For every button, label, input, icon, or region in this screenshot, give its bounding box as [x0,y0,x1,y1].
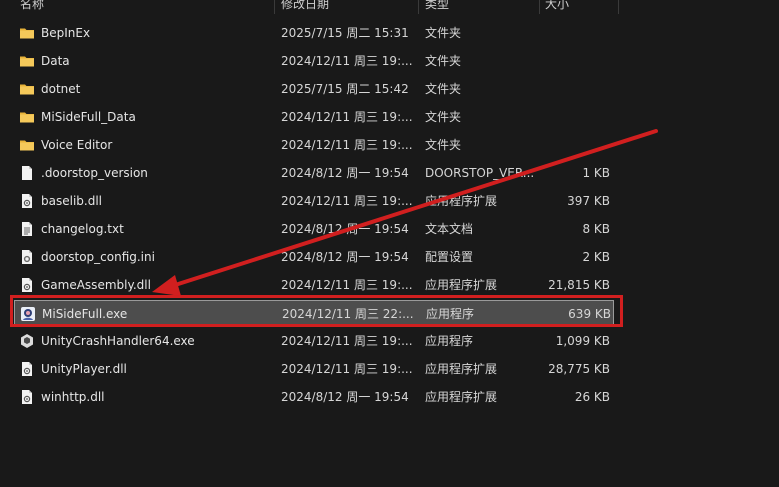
file-row[interactable]: changelog.txt 2024/8/12 周一 19:54 文本文档 8 KB [14,216,614,242]
file-row[interactable]: MiSideFull_Data 2024/12/11 周三 19:... 文件夹 [14,104,614,130]
file-name: GameAssembly.dll [41,278,151,292]
file-name: baselib.dll [41,194,102,208]
file-size: 1,099 KB [555,334,610,348]
file-row[interactable]: .doorstop_version 2024/8/12 周一 19:54 DOORS… [14,160,614,186]
file-row[interactable]: dotnet 2025/7/15 周二 15:42 文件夹 [14,76,614,102]
file-size: 2 KB [582,250,610,264]
file-name: BepInEx [41,26,91,40]
file-size: 8 KB [582,222,610,236]
file-name: MiSideFull.exe [42,307,128,321]
file-name: MiSideFull_Data [41,110,136,124]
file-date: 2024/8/12 周一 19:54 [281,390,409,404]
dll-icon [19,193,35,209]
file-name: doorstop_config.ini [41,250,155,264]
file-date: 2024/8/12 周一 19:54 [281,222,409,236]
file-date: 2024/8/12 周一 19:54 [281,166,409,180]
file-row[interactable]: UnityPlayer.dll 2024/12/11 周三 19:... 应用程序扩… [14,356,614,382]
file-date: 2025/7/15 周二 15:42 [281,82,409,96]
file-name: UnityPlayer.dll [41,362,127,376]
file-name: changelog.txt [41,222,124,236]
config-file-icon [19,249,35,265]
file-type: 文件夹 [425,110,462,124]
file-date: 2024/12/11 周三 19:... [281,334,413,348]
file-name: dotnet [41,82,81,96]
file-date: 2024/12/11 周三 19:... [281,362,413,376]
text-file-icon [19,221,35,237]
dll-icon [19,361,35,377]
column-header-date[interactable]: 修改日期 [281,0,329,12]
file-size: 26 KB [574,390,610,404]
file-name: .doorstop_version [41,166,148,180]
column-header-type[interactable]: 类型 [425,0,449,12]
file-row[interactable]: doorstop_config.ini 2024/8/12 周一 19:54 配置设… [14,244,614,270]
dll-icon [19,277,35,293]
file-date: 2024/12/11 周三 19:... [281,138,413,152]
file-row[interactable]: Data 2024/12/11 周三 19:... 文件夹 [14,48,614,74]
file-date: 2024/8/12 周一 19:54 [281,250,409,264]
folder-icon [19,81,35,97]
file-type: 文件夹 [425,82,462,96]
folder-icon [19,53,35,69]
file-type: 文件夹 [425,26,462,40]
column-divider[interactable] [418,0,419,14]
file-date: 2024/12/11 周三 19:... [281,194,413,208]
column-header-name[interactable]: 名称 [20,0,44,12]
file-row[interactable]: baselib.dll 2024/12/11 周三 19:... 应用程序扩展 397… [14,188,614,214]
column-divider[interactable] [274,0,275,14]
file-size: 28,775 KB [548,362,610,376]
file-name: Data [41,54,70,68]
file-size: 639 KB [568,307,611,321]
folder-icon [19,109,35,125]
file-type: 文件夹 [425,54,462,68]
file-date: 2024/12/11 周三 19:... [281,110,413,124]
folder-icon [19,137,35,153]
file-row[interactable]: winhttp.dll 2024/8/12 周一 19:54 应用程序扩展 26 KB [14,384,614,410]
column-divider[interactable] [618,0,619,14]
file-type: 文件夹 [425,138,462,152]
file-row[interactable]: GameAssembly.dll 2024/12/11 周三 19:... 应用程序… [14,272,614,298]
app-icon [20,306,36,322]
file-name: winhttp.dll [41,390,105,404]
file-date: 2024/12/11 周三 19:... [281,54,413,68]
unity-icon [19,333,35,349]
file-date: 2025/7/15 周二 15:31 [281,26,409,40]
file-size: 397 KB [567,194,610,208]
file-row[interactable]: MiSideFull.exe 2024/12/11 周三 22:... 应用程序 63… [14,300,614,326]
file-row[interactable]: Voice Editor 2024/12/11 周三 19:... 文件夹 [14,132,614,158]
column-header-size[interactable]: 大小 [545,0,569,12]
file-name: Voice Editor [41,138,113,152]
column-header: 名称 修改日期 类型 大小 [0,0,779,14]
column-divider[interactable] [539,0,540,14]
file-size: 1 KB [582,166,610,180]
file-row[interactable]: BepInEx 2025/7/15 周二 15:31 文件夹 [14,20,614,46]
file-size: 21,815 KB [548,278,610,292]
file-date: 2024/12/11 周三 19:... [281,278,413,292]
file-date: 2024/12/11 周三 22:... [282,307,414,321]
dll-icon [19,389,35,405]
file-name: UnityCrashHandler64.exe [41,334,195,348]
file-icon [19,165,35,181]
folder-icon [19,25,35,41]
file-row[interactable]: UnityCrashHandler64.exe 2024/12/11 周三 19:… [14,328,614,354]
